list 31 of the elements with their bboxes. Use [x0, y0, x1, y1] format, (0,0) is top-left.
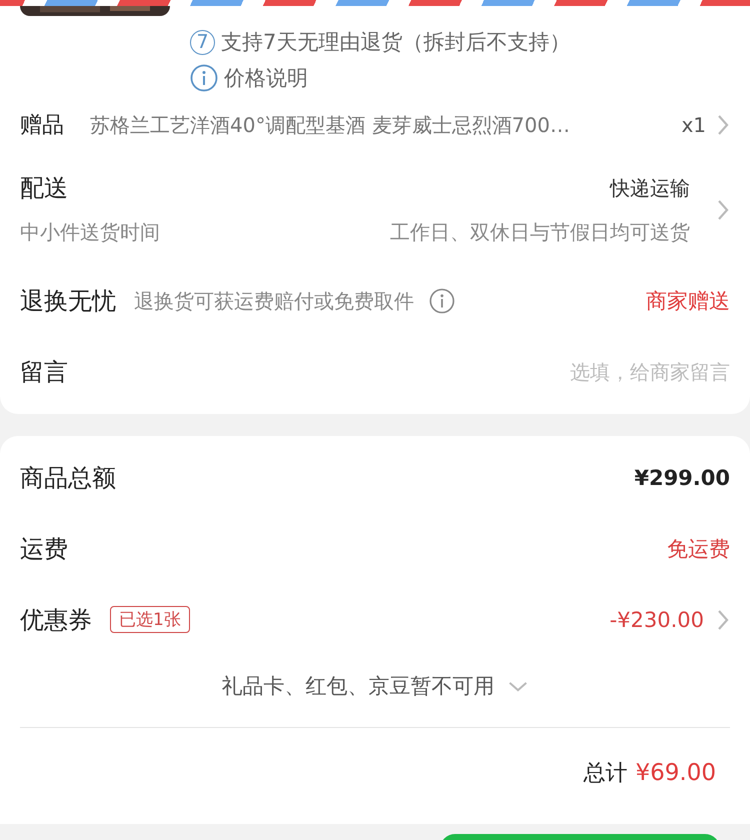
- seven-day-icon: 7: [190, 30, 215, 54]
- message-label: 留言: [20, 357, 68, 388]
- service-note: 支持7天无理由退货（拆封后不支持）: [221, 29, 570, 56]
- chevron-right-icon[interactable]: [716, 608, 730, 632]
- service-note: 价格说明: [224, 65, 308, 92]
- message-field[interactable]: 选填，给商家留言: [68, 360, 730, 384]
- gift-quantity: x1: [681, 113, 706, 137]
- summary-value: -¥230.00: [610, 608, 704, 632]
- total-label: 总计: [584, 760, 628, 788]
- chevron-down-icon[interactable]: [506, 680, 528, 692]
- chevron-right-icon[interactable]: [716, 113, 730, 137]
- summary-label: 商品总额: [20, 462, 116, 494]
- gift-name[interactable]: 苏格兰工艺洋酒40°调配型基酒 麦芽威士忌烈酒700…: [90, 112, 682, 138]
- delivery-schedule: 工作日、双休日与节假日均可送货: [390, 218, 690, 246]
- delivery-label: 配送: [20, 173, 68, 204]
- summary-value: ¥299.00: [634, 466, 730, 490]
- chevron-right-icon[interactable]: [716, 198, 730, 222]
- summary-label: 优惠券: [20, 604, 92, 636]
- info-icon: [190, 64, 218, 92]
- info-icon[interactable]: [428, 287, 456, 315]
- summary-label: 运费: [20, 534, 68, 564]
- summary-value: 免运费: [667, 536, 730, 562]
- gift-label: 赠品: [20, 112, 65, 140]
- returns-value: 商家赠送: [646, 288, 730, 315]
- delivery-time-label: 中小件送货时间: [20, 218, 160, 246]
- delivery-method[interactable]: 快递运输: [610, 174, 690, 202]
- returns-description: 退换货可获运费赔付或免费取件: [134, 288, 414, 314]
- returns-label: 退换无忧: [20, 286, 116, 317]
- coupon-badge: 已选1张: [110, 606, 190, 633]
- total-value: ¥69.00: [636, 760, 716, 786]
- unavailable-note[interactable]: 礼品卡、红包、京豆暂不可用: [222, 672, 494, 700]
